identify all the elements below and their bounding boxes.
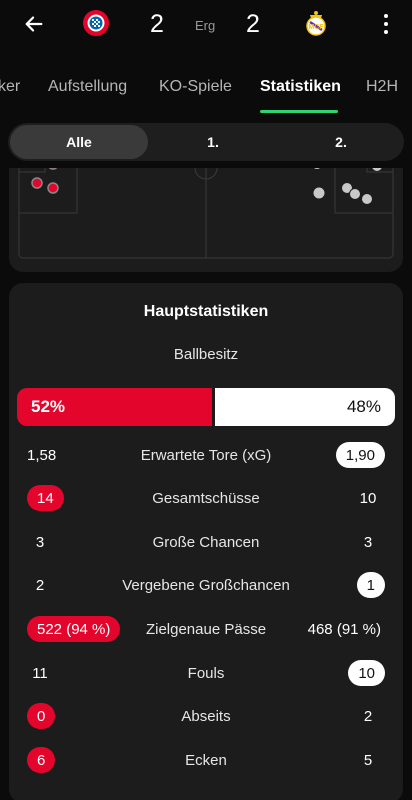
home-team-logo[interactable] <box>82 9 110 37</box>
home-shot-marker <box>31 177 43 189</box>
stat-home-value: 2 <box>35 576 45 594</box>
back-button[interactable] <box>18 8 50 40</box>
stat-home-value: 3 <box>35 533 45 551</box>
away-shot-marker <box>349 188 361 200</box>
stat-label: Große Chancen <box>152 534 260 551</box>
stat-row: Vergebene Großchancen 2 1 <box>9 572 403 602</box>
stat-away-value: 1,90 <box>335 442 385 468</box>
stat-label: Gesamtschüsse <box>152 490 260 507</box>
stat-label: Fouls <box>187 665 225 682</box>
stat-away-value: 2 <box>363 707 373 725</box>
home-shot-marker <box>47 182 59 194</box>
possession-bar: 52% 48% <box>17 388 395 426</box>
more-options-button[interactable] <box>376 10 396 38</box>
tab-h2h[interactable]: H2H <box>366 78 398 96</box>
away-shot-marker <box>361 193 373 205</box>
stat-home-value: 522 (94 %) <box>27 616 121 642</box>
stat-home-value: 11 <box>32 664 48 682</box>
home-score: 2 <box>150 10 164 38</box>
shot-map-card <box>9 168 403 272</box>
active-tab-indicator <box>260 110 338 113</box>
tab-knockout[interactable]: KO-Spiele <box>159 78 232 96</box>
stat-row: Zielgenaue Pässe 522 (94 %) 468 (91 %) <box>9 616 403 646</box>
stat-away-value: 10 <box>348 660 385 686</box>
stat-home-value: 0 <box>27 703 56 729</box>
arrow-left-icon <box>25 16 43 32</box>
stat-row: Gesamtschüsse 14 10 <box>9 485 403 515</box>
stat-home-value: 14 <box>27 485 64 511</box>
match-tabs: ker Aufstellung KO-Spiele Statistiken H2… <box>0 62 412 114</box>
away-shot-marker <box>314 168 320 169</box>
stat-label: Vergebene Großchancen <box>122 577 290 594</box>
stat-away-value: 468 (91 %) <box>307 620 381 638</box>
more-vertical-icon <box>384 14 388 18</box>
stat-away-value: 3 <box>363 533 373 551</box>
possession-label: Ballbesitz <box>173 346 239 363</box>
stat-away-value: 1 <box>356 572 385 598</box>
main-stats-card: Hauptstatistiken Ballbesitz 52% 48% Erwa… <box>9 283 403 800</box>
stat-row: Fouls 11 10 <box>9 660 403 690</box>
tab-statistics[interactable]: Statistiken <box>260 78 341 96</box>
home-shot-marker <box>48 168 58 170</box>
away-shot-marker <box>372 168 382 171</box>
stat-away-value: 10 <box>359 489 377 507</box>
filter-first-half[interactable]: 1. <box>148 123 278 161</box>
away-shot-marker <box>313 187 325 199</box>
tab-ticker[interactable]: ker <box>0 78 20 96</box>
stat-row: Abseits 0 2 <box>9 703 403 733</box>
away-team-logo[interactable]: MCF <box>302 9 330 37</box>
match-status: Erg <box>195 18 216 33</box>
stat-label: Abseits <box>181 708 231 725</box>
period-filter: Alle 1. 2. <box>8 123 404 161</box>
shot-map <box>18 168 394 259</box>
possession-home: 52% <box>17 388 212 426</box>
stat-home-value: 6 <box>27 747 56 773</box>
stat-home-value: 1,58 <box>27 446 57 464</box>
away-score: 2 <box>246 10 260 38</box>
filter-all[interactable]: Alle <box>10 125 148 159</box>
stat-row: Erwartete Tore (xG) 1,58 1,90 <box>9 442 403 472</box>
stat-label: Ecken <box>185 752 227 769</box>
match-header: 2 Erg 2 MCF <box>0 0 412 50</box>
filter-second-half[interactable]: 2. <box>278 123 404 161</box>
tab-lineup[interactable]: Aufstellung <box>48 78 127 96</box>
svg-text:MCF: MCF <box>308 24 324 31</box>
possession-away: 48% <box>215 388 395 426</box>
stat-row: Ecken 6 5 <box>9 747 403 777</box>
stats-title: Hauptstatistiken <box>143 303 269 320</box>
stat-away-value: 5 <box>363 751 373 769</box>
stat-row: Große Chancen 3 3 <box>9 529 403 559</box>
